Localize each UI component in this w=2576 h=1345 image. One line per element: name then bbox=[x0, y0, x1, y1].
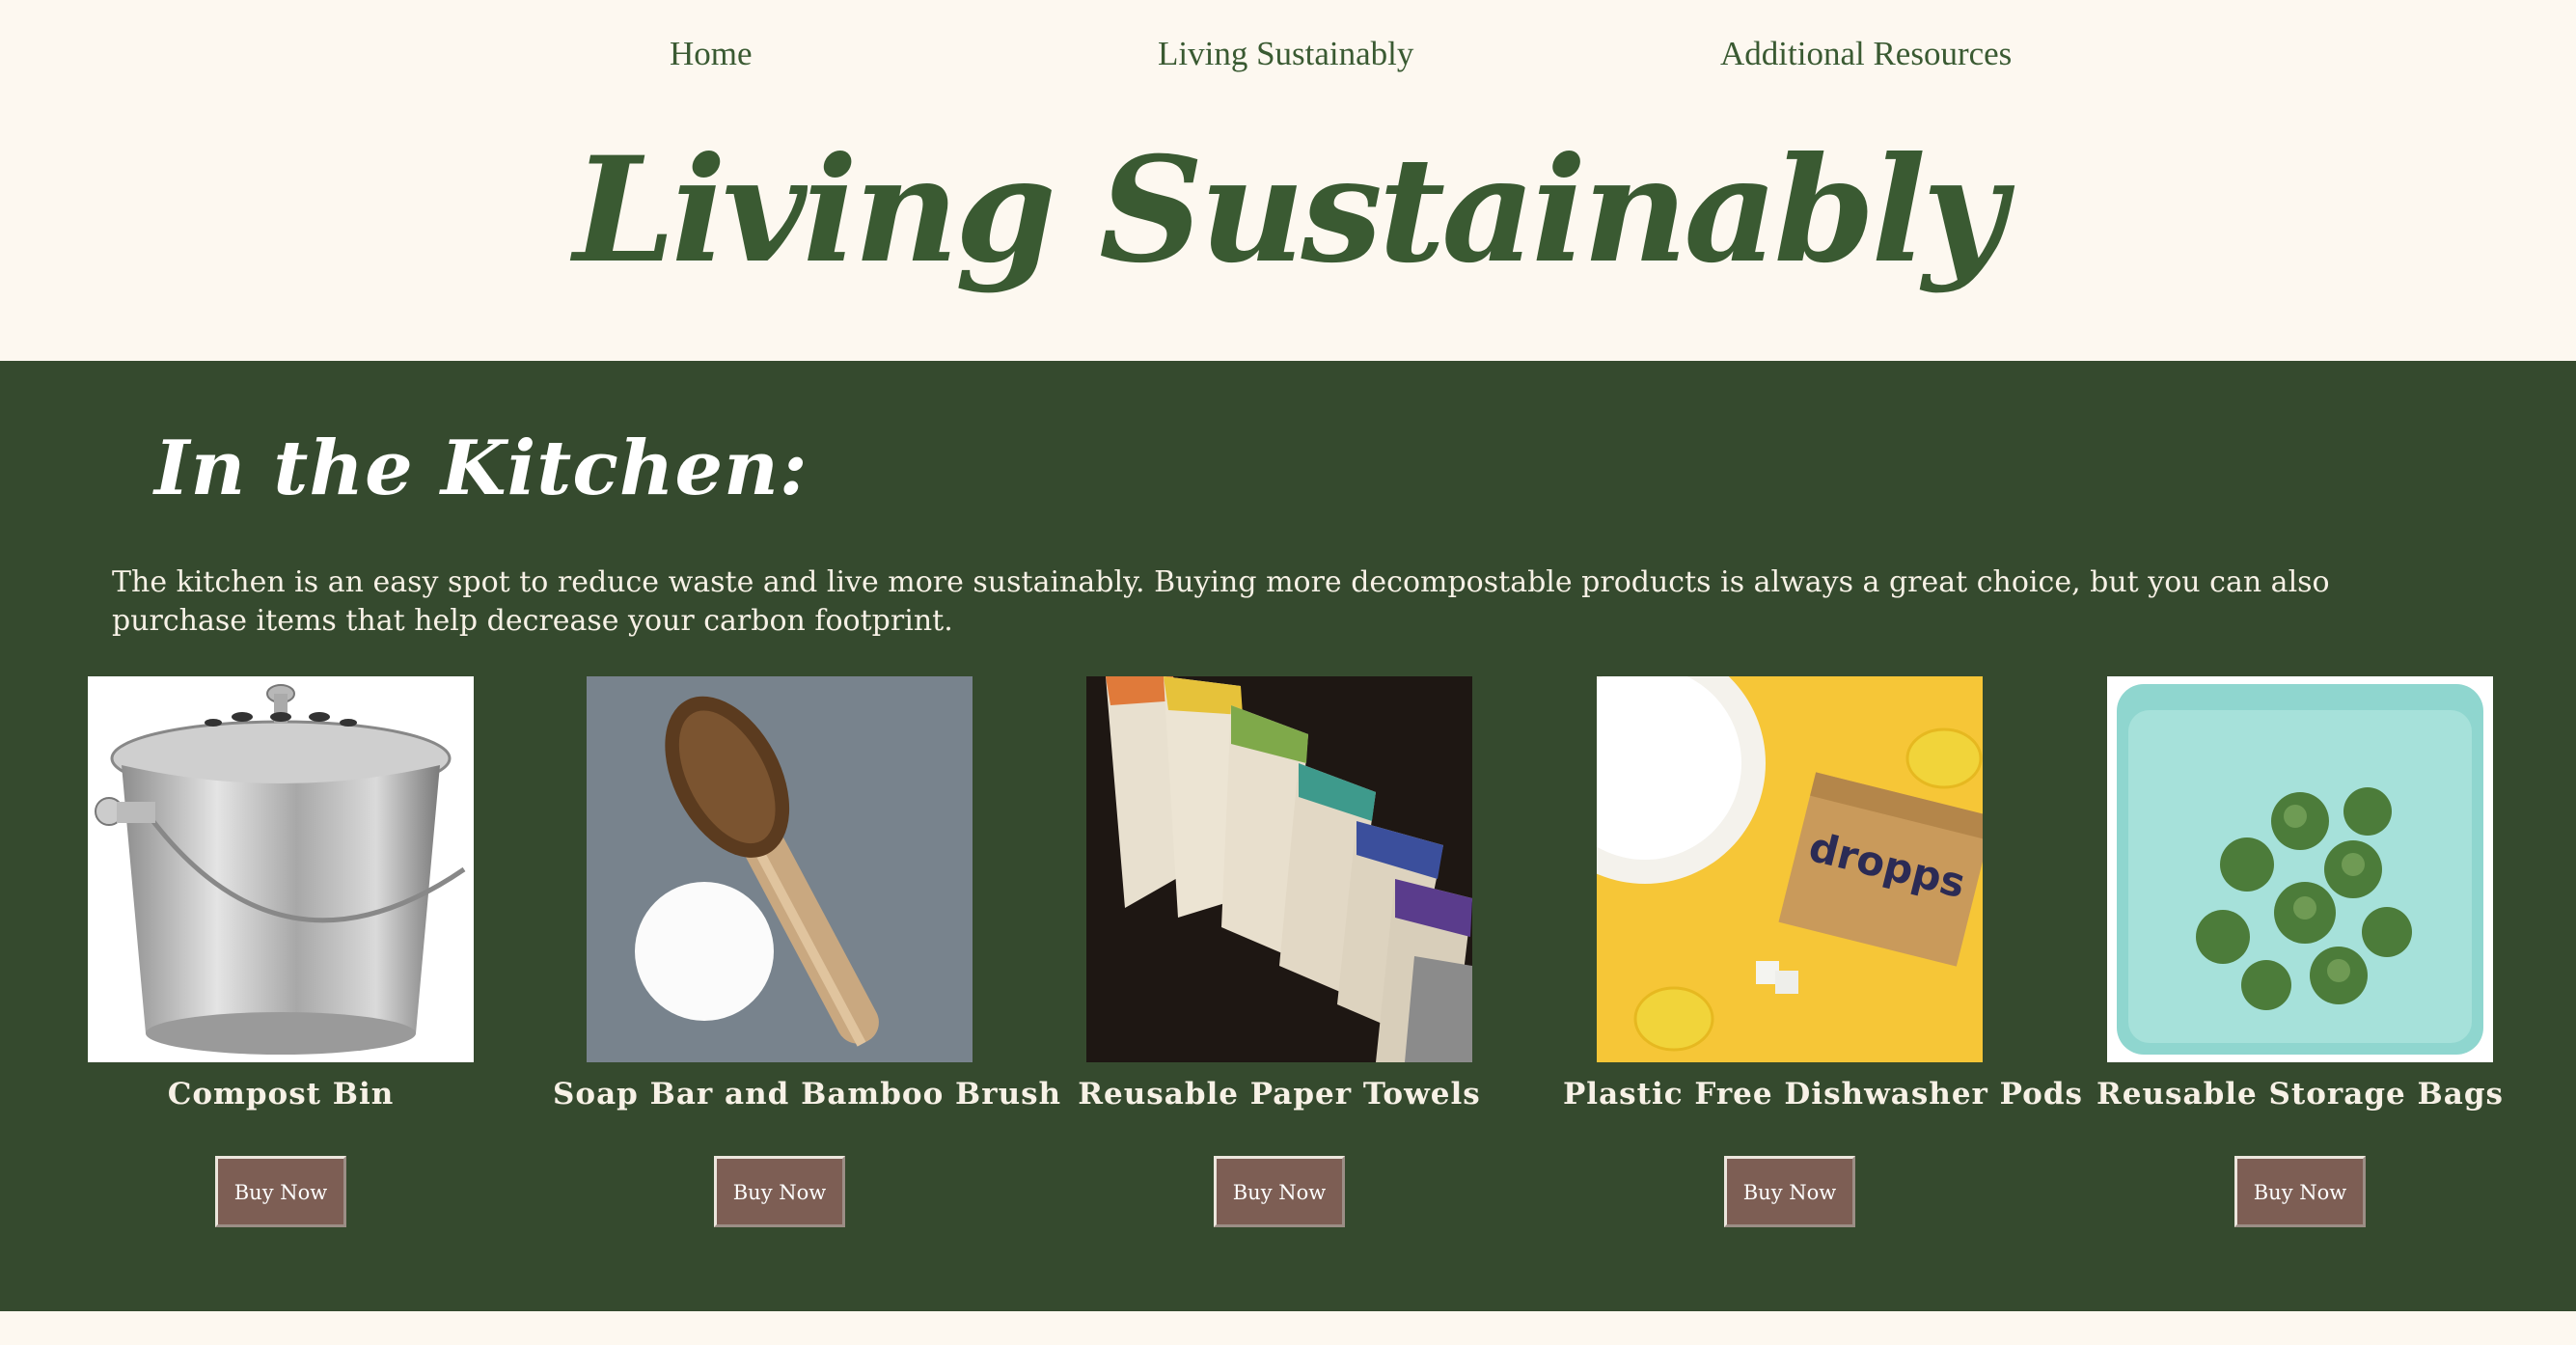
product-name: Reusable Paper Towels bbox=[1078, 1077, 1481, 1112]
buy-now-button[interactable]: Buy Now bbox=[215, 1156, 346, 1227]
section-heading-graphic: In the Kitchen: bbox=[152, 425, 808, 512]
buy-now-button[interactable]: Buy Now bbox=[1214, 1156, 1345, 1227]
kitchen-intro-text: The kitchen is an easy spot to reduce wa… bbox=[112, 565, 2330, 638]
buy-now-button[interactable]: Buy Now bbox=[1724, 1156, 1855, 1227]
footer-strip bbox=[0, 1311, 2576, 1345]
top-navigation: Home Living Sustainably Additional Resou… bbox=[0, 0, 2576, 111]
hero-banner: Living Sustainably bbox=[0, 116, 2576, 357]
product-name: Plastic Free Dishwasher Pods bbox=[1563, 1077, 2083, 1112]
compost-bin-image bbox=[88, 676, 474, 1062]
dishwasher-pods-image: dropps bbox=[1597, 676, 1983, 1062]
buy-now-button[interactable]: Buy Now bbox=[714, 1156, 845, 1227]
nav-link-additional-resources[interactable]: Additional Resources bbox=[1720, 33, 2012, 75]
paper-towels-image bbox=[1086, 676, 1472, 1062]
hero-title: Living Sustainably bbox=[569, 125, 2014, 295]
buy-now-button[interactable]: Buy Now bbox=[2234, 1156, 2366, 1227]
section-heading: In the Kitchen: bbox=[152, 425, 808, 512]
product-name: Compost Bin bbox=[167, 1077, 395, 1112]
kitchen-section: In the Kitchen: The kitchen is an easy s… bbox=[0, 361, 2576, 1311]
nav-link-living-sustainably[interactable]: Living Sustainably bbox=[1158, 33, 1413, 75]
hero-title-graphic: Living Sustainably bbox=[569, 125, 2018, 295]
storage-bag-image bbox=[2107, 676, 2493, 1062]
soap-brush-image bbox=[587, 676, 973, 1062]
product-name: Reusable Storage Bags bbox=[2096, 1077, 2504, 1112]
nav-link-home[interactable]: Home bbox=[670, 33, 753, 75]
product-name: Soap Bar and Bamboo Brush bbox=[553, 1077, 1062, 1112]
